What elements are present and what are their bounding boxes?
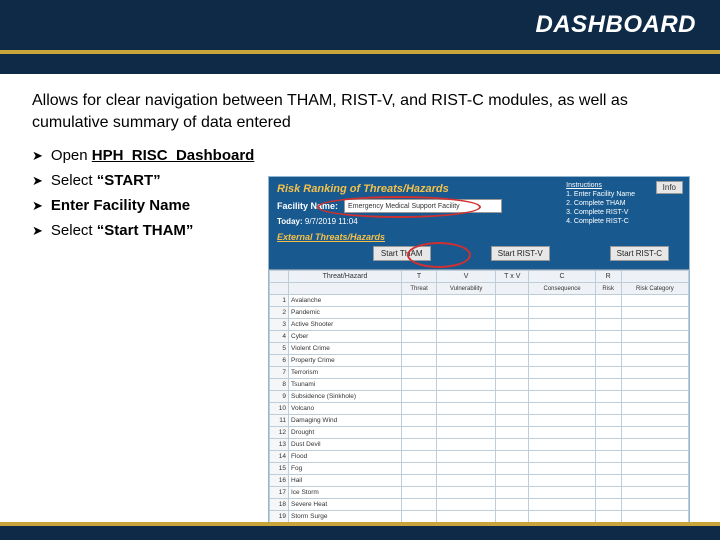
instructions-block: Instructions 1. Enter Facility Name 2. C… xyxy=(566,181,635,226)
table-row: 10Volcano xyxy=(270,403,689,415)
table-row: 8Tsunami xyxy=(270,379,689,391)
start-ristv-button[interactable]: Start RIST-V xyxy=(491,246,550,261)
step-item: Open HPH_RISC_Dashboard xyxy=(32,147,688,164)
table-row: 15Fog xyxy=(270,463,689,475)
table-row: 18Severe Heat xyxy=(270,499,689,511)
table-row: 5Violent Crime xyxy=(270,343,689,355)
info-button[interactable]: Info xyxy=(656,181,683,194)
dashboard-screenshot: Risk Ranking of Threats/Hazards Facility… xyxy=(268,176,690,540)
date-value: 9/7/2019 11:04 xyxy=(305,217,358,226)
table-row: 11Damaging Wind xyxy=(270,415,689,427)
start-tham-button[interactable]: Start THAM xyxy=(373,246,431,261)
table-row: 13Dust Devil xyxy=(270,439,689,451)
table-row: 19Storm Surge xyxy=(270,511,689,523)
table-row: 1Avalanche xyxy=(270,295,689,307)
table-row: 3Active Shooter xyxy=(270,319,689,331)
hazard-table: Threat/Hazard T V T x V C R Threat Vulne… xyxy=(269,270,689,540)
date-label: Today: xyxy=(277,217,303,226)
section-label: External Threats/Hazards xyxy=(277,232,681,242)
divider-navy xyxy=(0,54,720,74)
lead-text: Allows for clear navigation between THAM… xyxy=(32,90,688,133)
title-bar: DASHBOARD xyxy=(0,0,720,50)
facility-label: Facility Name: xyxy=(277,201,338,211)
table-row: 16Hail xyxy=(270,475,689,487)
footer-navy xyxy=(0,526,720,540)
table-row: 12Drought xyxy=(270,427,689,439)
slide-title: DASHBOARD xyxy=(536,11,697,39)
start-ristc-button[interactable]: Start RIST-C xyxy=(610,246,669,261)
table-row: 6Property Crime xyxy=(270,355,689,367)
table-row: 4Cyber xyxy=(270,331,689,343)
table-row: 14Flood xyxy=(270,451,689,463)
table-row: 17Ice Storm xyxy=(270,487,689,499)
table-row: 2Pandemic xyxy=(270,307,689,319)
table-row: 9Subsidence (Sinkhole) xyxy=(270,391,689,403)
facility-name-field[interactable]: Emergency Medical Support Facility xyxy=(344,199,502,213)
col-threat: Threat/Hazard xyxy=(289,271,402,283)
table-row: 7Terrorism xyxy=(270,367,689,379)
